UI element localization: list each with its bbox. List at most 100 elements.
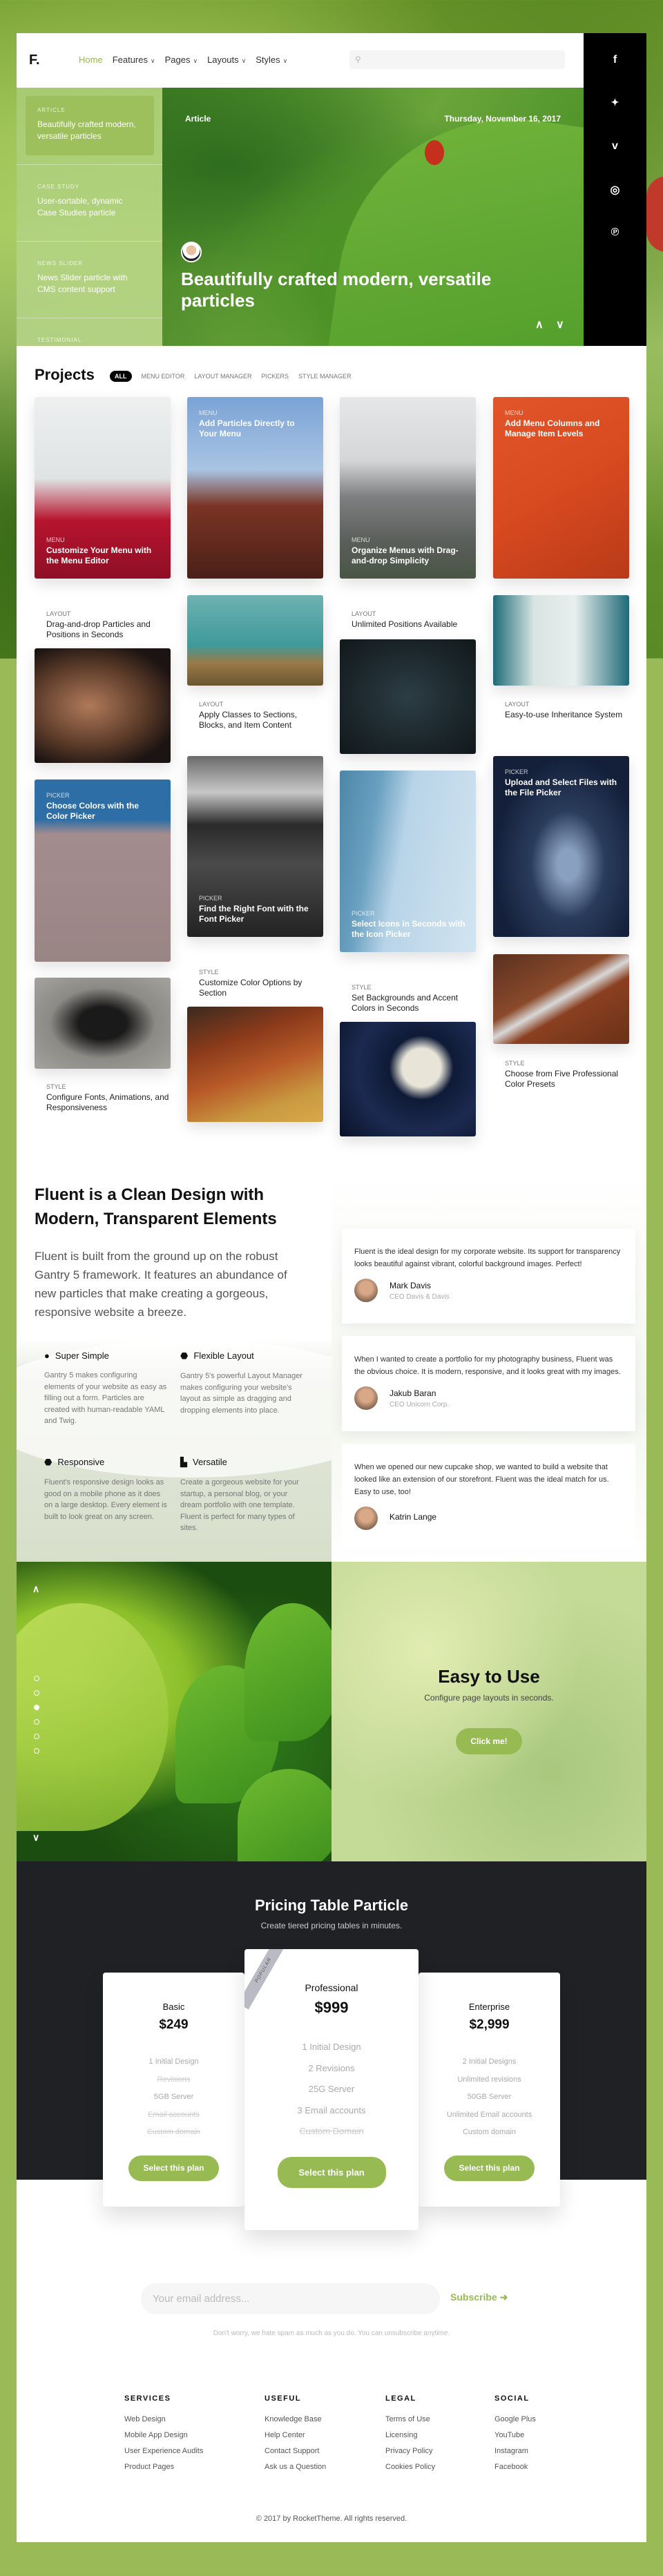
nav-layouts[interactable]: Layouts ∨ [207, 55, 246, 65]
select-plan-button[interactable]: Select this plan [128, 2155, 219, 2181]
slide-dot[interactable] [34, 1734, 39, 1739]
select-plan-button[interactable]: Select this plan [444, 2155, 535, 2181]
plan-feature-excluded: Email accounts [148, 2110, 200, 2119]
sidebar-item-news-slider[interactable]: NEWS SLIDER News Slider particle with CMS… [26, 249, 154, 309]
fluent-heading: Fluent is a Clean Design with Modern, Tr… [35, 1185, 277, 1228]
hero-category[interactable]: Article [185, 114, 211, 124]
project-card-text[interactable]: LAYOUT Easy-to-use Inheritance System [493, 701, 629, 720]
hero-title[interactable]: Beautifully crafted modern, versatile pa… [181, 269, 506, 311]
slide-dot[interactable] [34, 1748, 39, 1754]
card-title: Drag-and-drop Particles and Positions in… [46, 619, 151, 639]
footer-link[interactable]: Terms of Use [385, 2415, 435, 2431]
project-card-image[interactable] [187, 1007, 323, 1122]
project-card-text[interactable]: LAYOUT Unlimited Positions Available [340, 610, 476, 630]
footer-link[interactable]: Help Center [265, 2431, 326, 2447]
click-me-button[interactable]: Click me! [456, 1728, 522, 1754]
chevron-up-icon[interactable]: ∧ [32, 1583, 39, 1595]
footer-link[interactable]: Google Plus [494, 2415, 536, 2431]
feature-super-simple: ● Super Simple Gantry 5 makes configuring … [44, 1350, 169, 1427]
project-card[interactable]: MENU Organize Menus with Drag-and-drop Si… [340, 397, 476, 579]
filter-all[interactable]: ALL [110, 371, 132, 382]
project-card[interactable]: PICKER Upload and Select Files with the F… [493, 756, 629, 937]
project-card[interactable]: PICKER Select Icons in Seconds with the I… [340, 771, 476, 952]
chevron-down-icon[interactable]: ∨ [556, 318, 564, 331]
project-card-text[interactable]: STYLE Choose from Five Professional Color… [493, 1060, 629, 1090]
filter-layout-manager[interactable]: LAYOUT MANAGER [194, 373, 251, 380]
project-card[interactable]: MENU Add Menu Columns and Manage Item Lev… [493, 397, 629, 579]
project-card-text[interactable]: LAYOUT Drag-and-drop Particles and Positi… [35, 610, 171, 640]
slide-dot[interactable] [34, 1690, 39, 1696]
showcase-image [17, 1562, 332, 1861]
footer-link[interactable]: Instagram [494, 2447, 536, 2463]
footer-link[interactable]: Contact Support [265, 2447, 326, 2463]
project-card[interactable]: MENU Customize Your Menu with the Menu Ed… [35, 397, 171, 579]
card-category: MENU [505, 409, 523, 416]
leaf-shape [244, 1603, 332, 1741]
feature-versatile: ▙ Versatile Create a gorgeous website for … [180, 1457, 305, 1534]
footer-link[interactable]: Ask us a Question [265, 2463, 326, 2479]
facebook-icon[interactable]: f [584, 54, 646, 66]
project-card[interactable]: PICKER Choose Colors with the Color Picke… [35, 779, 171, 962]
project-card[interactable]: MENU Add Particles Directly to Your Menu [187, 397, 323, 579]
plan-feature: Unlimited revisions [457, 2075, 521, 2084]
project-card-image[interactable] [340, 639, 476, 754]
search-input[interactable]: ⚲ [349, 50, 565, 69]
sidebar-item-article[interactable]: ARTICLE Beautifully crafted modern, versa… [26, 96, 154, 155]
card-category: STYLE [505, 1060, 525, 1067]
slide-dot-active[interactable] [34, 1705, 39, 1710]
footer-link[interactable]: Facebook [494, 2463, 536, 2479]
project-card-image[interactable] [493, 954, 629, 1044]
footer-link[interactable]: Cookies Policy [385, 2463, 435, 2479]
project-card-image[interactable] [35, 648, 171, 763]
chevron-up-icon[interactable]: ∧ [535, 318, 544, 331]
footer-link[interactable]: Knowledge Base [265, 2415, 326, 2431]
filter-pickers[interactable]: PICKERS [262, 373, 289, 380]
project-card-image[interactable] [35, 978, 171, 1069]
nav-styles[interactable]: Styles ∨ [256, 55, 287, 65]
footer-link[interactable]: Web Design [124, 2415, 203, 2431]
search-icon: ⚲ [355, 55, 361, 64]
project-card-text[interactable]: LAYOUT Apply Classes to Sections, Blocks,… [187, 701, 323, 730]
footer-link[interactable]: User Experience Audits [124, 2447, 203, 2463]
projects-title: Projects [35, 366, 95, 383]
item-text: User-sortable, dynamic Case Studies part… [37, 196, 123, 217]
instagram-icon[interactable]: ◎ [584, 183, 646, 197]
plan-price: $999 [314, 1999, 349, 2016]
chevron-down-icon[interactable]: ∨ [32, 1832, 39, 1843]
slide-dot[interactable] [34, 1719, 39, 1725]
nav-features[interactable]: Features ∨ [113, 55, 155, 65]
vimeo-icon[interactable]: v [584, 140, 646, 153]
project-card-text[interactable]: STYLE Customize Color Options by Section [187, 969, 323, 998]
footer-link[interactable]: Licensing [385, 2431, 435, 2447]
plan-feature-excluded: Custom domain [146, 2128, 201, 2136]
select-plan-button[interactable]: Select this plan [277, 2156, 386, 2188]
subscribe-button[interactable]: Subscribe ➜ [450, 2292, 508, 2303]
project-card[interactable]: PICKER Find the Right Font with the Font … [187, 756, 323, 937]
email-input[interactable] [141, 2283, 440, 2314]
project-card-image[interactable] [493, 595, 629, 686]
plan-basic: Basic $249 1 Initial Design Revisions 5GB … [103, 1973, 244, 2207]
project-card-image[interactable] [187, 595, 323, 686]
card-category: PICKER [199, 895, 222, 902]
footer-column-useful: USEFUL Knowledge Base Help Center Contact S… [265, 2394, 326, 2479]
project-card-text[interactable]: STYLE Configure Fonts, Animations, and Re… [35, 1083, 171, 1113]
project-card-text[interactable]: STYLE Set Backgrounds and Accent Colors i… [340, 984, 476, 1014]
filter-style-manager[interactable]: STYLE MANAGER [298, 373, 352, 380]
footer-link[interactable]: Product Pages [124, 2463, 203, 2479]
footer-link[interactable]: Mobile App Design [124, 2431, 203, 2447]
nav-home[interactable]: Home [79, 55, 103, 65]
project-card-image[interactable] [340, 1022, 476, 1136]
logo[interactable]: F. [29, 52, 40, 68]
pricing-title: Pricing Table Particle [254, 1897, 409, 1914]
sidebar-item-case-study[interactable]: CASE STUDY User-sortable, dynamic Case St… [26, 173, 154, 232]
footer-link[interactable]: Privacy Policy [385, 2447, 435, 2463]
filter-menu-editor[interactable]: MENU EDITOR [142, 373, 185, 380]
twitter-icon[interactable]: ✦ [584, 97, 646, 108]
footer-link[interactable]: YouTube [494, 2431, 536, 2447]
copyright: © 2017 by RocketTheme. All rights reserv… [256, 2515, 407, 2523]
plan-name: Enterprise [468, 2002, 510, 2012]
nav-pages[interactable]: Pages ∨ [165, 55, 198, 65]
sidebar-item-testimonial[interactable]: TESTIMONIAL [26, 326, 154, 346]
pinterest-icon[interactable]: ℗ [584, 226, 646, 239]
slide-dot[interactable] [34, 1676, 39, 1681]
